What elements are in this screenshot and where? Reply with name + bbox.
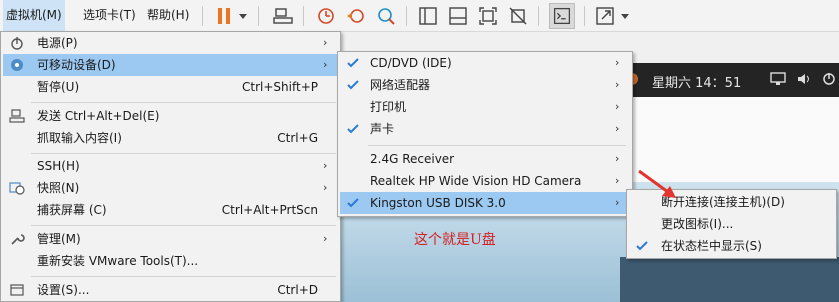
menu-item-ssh[interactable]: SSH(H) ›	[3, 155, 338, 177]
checkmark-icon	[347, 198, 359, 208]
revert-snapshot-icon[interactable]	[346, 6, 366, 26]
toolbar-separator	[303, 6, 304, 26]
menu-item-reinstall-vmware-tools[interactable]: 重新安装 VMware Tools(T)...	[3, 250, 338, 272]
console-view-icon[interactable]	[448, 6, 468, 26]
device-item-network-adapter[interactable]: 网络适配器 ›	[340, 74, 630, 96]
usb-item-change-icon[interactable]: 更改图标(I)...	[629, 213, 834, 235]
menu-item-capture-screen[interactable]: 捕获屏幕 (C) Ctrl+Alt+PrtScn	[3, 199, 338, 221]
removable-devices-menu: CD/DVD (IDE) › 网络适配器 › 打印机 › 声卡 › 2.4G R…	[337, 51, 633, 217]
menu-separator	[31, 153, 336, 154]
toolbar-separator	[584, 6, 585, 26]
menu-separator	[31, 102, 336, 103]
chevron-right-icon: ›	[323, 36, 328, 49]
chevron-right-icon: ›	[323, 181, 328, 194]
toolbar-separator	[202, 6, 203, 26]
network-icon[interactable]	[770, 72, 786, 86]
device-item-hd-camera[interactable]: Realtek HP Wide Vision HD Camera ›	[340, 170, 630, 192]
snapshot-manager-icon[interactable]	[376, 6, 396, 26]
usb-item-show-in-statusbar[interactable]: 在状态栏中显示(S)	[629, 235, 834, 257]
checkmark-icon	[347, 124, 359, 134]
menu-separator	[368, 145, 626, 146]
chevron-down-icon[interactable]	[239, 14, 247, 19]
menu-item-grab-input[interactable]: 抓取输入内容(I) Ctrl+G	[3, 127, 338, 149]
vm-menu: 电源(P) › 可移动设备(D) › 暂停(U) Ctrl+Shift+P 发送…	[0, 31, 341, 302]
chevron-right-icon: ›	[323, 232, 328, 245]
menu-item-settings[interactable]: 设置(S)... Ctrl+D	[3, 279, 338, 301]
toolbar-separator	[406, 6, 407, 26]
chevron-right-icon: ›	[615, 152, 620, 165]
menu-item-manage[interactable]: 管理(M) ›	[3, 228, 338, 250]
chevron-right-icon: ›	[615, 100, 620, 113]
power-icon	[11, 37, 23, 50]
chevron-right-icon: ›	[615, 122, 620, 135]
chevron-down-icon[interactable]	[621, 14, 629, 19]
menu-item-power[interactable]: 电源(P) ›	[3, 32, 338, 54]
chevron-right-icon: ›	[615, 56, 620, 69]
menu-item-send-ctrl-alt-del[interactable]: 发送 Ctrl+Alt+Del(E)	[3, 105, 338, 127]
pause-icon[interactable]	[214, 6, 234, 26]
unity-off-icon[interactable]	[508, 6, 528, 26]
snapshot-icon[interactable]	[316, 6, 336, 26]
send-keys-icon[interactable]	[273, 6, 293, 26]
guest-clock: 星期六 14：51	[652, 76, 742, 91]
stretch-icon[interactable]	[595, 6, 615, 26]
menu-separator	[31, 225, 336, 226]
checkmark-icon	[347, 58, 359, 68]
chevron-right-icon: ›	[323, 159, 328, 172]
volume-icon[interactable]	[797, 72, 811, 86]
snapshot-icon	[9, 182, 25, 195]
device-item-printer[interactable]: 打印机 ›	[340, 96, 630, 118]
checkmark-icon	[636, 241, 648, 251]
menu-item-snapshot[interactable]: 快照(N) ›	[3, 177, 338, 199]
annotation-arrow	[638, 169, 676, 198]
annotation-text: 这个就是U盘	[414, 232, 496, 248]
send-keys-icon	[9, 109, 25, 123]
menu-item-removable-devices[interactable]: 可移动设备(D) ›	[3, 54, 338, 76]
console-icon[interactable]	[549, 3, 575, 29]
fullscreen-icon[interactable]	[478, 6, 498, 26]
guest-desktop-dark-area	[620, 257, 839, 302]
menu-tabs[interactable]: 选项卡(T)	[80, 0, 139, 31]
menu-item-pause[interactable]: 暂停(U) Ctrl+Shift+P	[3, 76, 338, 98]
settings-icon	[10, 284, 24, 296]
menu-separator	[31, 276, 336, 277]
chevron-right-icon: ›	[323, 58, 328, 71]
device-item-cd-dvd[interactable]: CD/DVD (IDE) ›	[340, 52, 630, 74]
chevron-right-icon: ›	[615, 78, 620, 91]
sidebar-view-icon[interactable]	[418, 6, 438, 26]
device-item-sound-card[interactable]: 声卡 ›	[340, 118, 630, 140]
chevron-right-icon: ›	[615, 196, 620, 209]
device-item-kingston-usb[interactable]: Kingston USB DISK 3.0 ›	[340, 192, 630, 214]
wrench-icon	[11, 234, 25, 245]
toolbar-separator	[538, 6, 539, 26]
vmware-toolbar: 虚拟机(M) 选项卡(T) 帮助(H)	[0, 0, 839, 32]
removable-device-icon	[11, 59, 23, 71]
power-status-icon[interactable]	[822, 71, 836, 87]
chevron-right-icon: ›	[615, 174, 620, 187]
menu-help[interactable]: 帮助(H)	[144, 0, 192, 31]
device-item-2-4g-receiver[interactable]: 2.4G Receiver ›	[340, 148, 630, 170]
menu-vm[interactable]: 虚拟机(M)	[3, 0, 65, 31]
toolbar-separator	[258, 6, 259, 26]
checkmark-icon	[347, 80, 359, 90]
